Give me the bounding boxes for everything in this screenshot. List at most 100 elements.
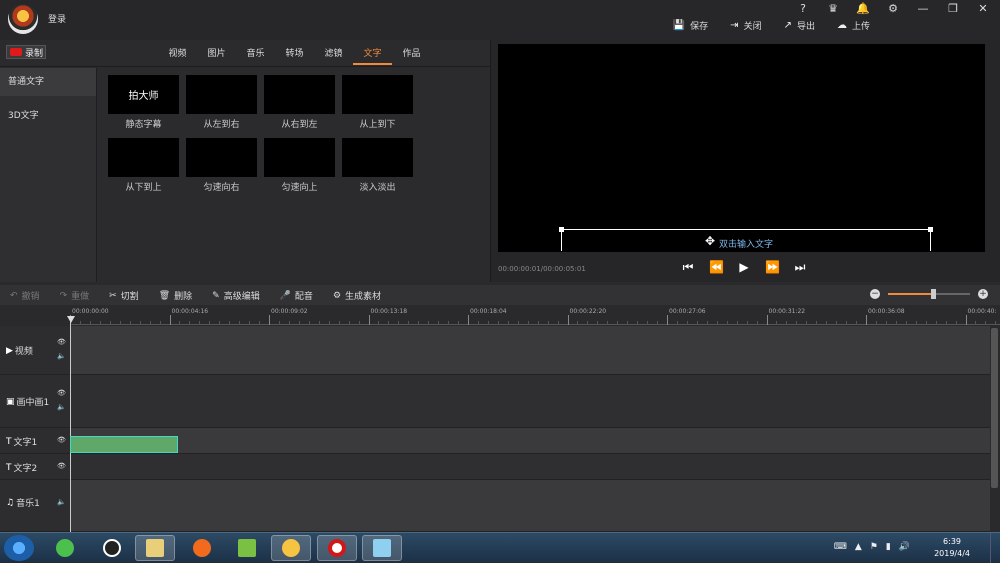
resource-panel: 录制 视频 图片 音乐 转场 滤镜 文字 作品 普通文字 3D文字 拍大师 静态… [0,40,490,282]
resize-handle-top-left[interactable] [559,227,564,232]
eye-icon[interactable]: 👁 [57,389,66,397]
track-lane-text2[interactable] [71,454,990,480]
tab-text[interactable]: 文字 [353,46,392,65]
vip-crown-icon[interactable]: ♛ [826,2,840,15]
taskbar-app-firefox-icon[interactable] [182,535,222,561]
template-static-subtitle[interactable]: 拍大师 静态字幕 [108,75,179,130]
app-logo[interactable] [8,4,38,34]
taskbar-app-recorder-icon[interactable] [317,535,357,561]
track-lane-text1[interactable] [71,428,990,454]
network-icon[interactable]: ▮ [886,542,891,552]
text-clip[interactable] [70,436,178,453]
ruler-time-label: 00:00:27:06 [669,308,706,315]
cut-button[interactable]: ✂ 切割 [109,289,139,303]
advanced-edit-button[interactable]: ✎ 高级编辑 [212,289,260,303]
track-name: 文字1 [13,438,38,448]
track-lane-music1[interactable] [71,480,990,532]
preview-screen[interactable]: ✥ 双击输入文字 [498,44,985,252]
taskbar-app-notes-icon[interactable] [362,535,402,561]
template-right-to-left[interactable]: 从右到左 [264,75,335,130]
ruler-minor-tick [338,321,340,325]
tab-video[interactable]: 视频 [158,46,197,65]
resize-handle-top-right[interactable] [928,227,933,232]
speaker-icon[interactable]: 🔈 [57,352,66,360]
tab-works[interactable]: 作品 [392,46,431,65]
playhead-handle[interactable] [67,316,75,323]
zoom-in-icon[interactable]: + [978,289,988,299]
tab-image[interactable]: 图片 [197,46,236,65]
track-header-pip[interactable]: ▣ 画中画1 👁 🔈 [0,375,70,428]
redo-button[interactable]: ↷ 重做 [60,289,90,303]
upload-icon: ☁ [836,20,847,31]
minimize-icon[interactable]: — [916,2,930,15]
taskbar-app-video-player-icon[interactable] [227,535,267,561]
taskbar-app-ie-icon[interactable] [45,535,85,561]
keyboard-icon[interactable]: ⌨ [834,542,847,552]
settings-gear-icon[interactable]: ⚙ [886,2,900,15]
export-button[interactable]: ↗ 导出 [784,19,815,32]
template-caption: 静态字幕 [125,120,162,130]
template-uniform-up[interactable]: 匀速向上 [264,138,335,193]
template-top-to-bottom[interactable]: 从上到下 [342,75,413,130]
tab-transition[interactable]: 转场 [275,46,314,65]
show-desktop-button[interactable] [990,533,1000,563]
timeline-scrollbar[interactable] [991,328,998,488]
ruler-minor-tick [647,321,649,325]
show-hidden-icon[interactable]: ▲ [855,542,862,552]
track-header-music1[interactable]: ♫ 音乐1 🔈 [0,480,70,532]
eye-icon[interactable]: 👁 [57,462,66,470]
eye-icon[interactable]: 👁 [57,436,66,444]
template-bottom-to-top[interactable]: 从下到上 [108,138,179,193]
eye-icon[interactable]: 👁 [57,338,66,346]
zoom-slider-thumb[interactable] [931,289,937,299]
generate-material-button[interactable]: ⚙ 生成素材 [333,289,381,303]
text-overlay-placeholder[interactable]: 双击输入文字 [562,237,930,250]
speaker-icon[interactable]: 🔈 [57,403,66,411]
tab-music[interactable]: 音乐 [236,46,275,65]
tab-filter[interactable]: 滤镜 [314,46,353,65]
track-lane-pip[interactable] [71,375,990,428]
track-lane-video[interactable] [71,326,990,375]
delete-button[interactable]: 🗑 删除 [158,289,192,303]
skip-to-start-icon[interactable]: ⏮ [681,260,695,275]
zoom-slider[interactable] [888,289,970,299]
timeline-ruler[interactable]: 00:00:00:00 00:00:04:16 00:00:09:02 00:00:1… [70,305,1000,325]
start-button-icon[interactable] [4,535,34,561]
text-overlay-box[interactable]: ✥ 双击输入文字 [559,227,933,251]
speaker-icon[interactable]: 🔈 [57,498,66,506]
close-icon[interactable]: ✕ [976,2,990,15]
record-button[interactable]: 录制 [6,45,46,59]
track-header-text1[interactable]: T 文字1 👁 [0,428,70,454]
volume-icon[interactable]: 🔊 [899,542,910,552]
text-template-grid: 拍大师 静态字幕 从左到右 从右到左 从上到下 从下到上 匀速向右 匀速向上 淡… [108,75,413,193]
skip-to-end-icon[interactable]: ⏭ [793,260,807,275]
system-clock[interactable]: 6:39 2019/4/4 [934,536,970,560]
next-frame-icon[interactable]: ⏩ [765,260,780,275]
login-link[interactable]: 登录 [48,12,66,25]
ruler-minor-tick [657,321,659,325]
undo-button[interactable]: ↶ 撤销 [10,289,40,303]
bell-icon[interactable]: 🔔 [856,2,870,15]
sidebar-item-plain-text[interactable]: 普通文字 [0,68,96,96]
previous-frame-icon[interactable]: ⏪ [709,260,724,275]
template-left-to-right[interactable]: 从左到右 [186,75,257,130]
taskbar-app-qq-icon[interactable] [92,535,132,561]
maximize-icon[interactable]: ❐ [946,2,960,15]
track-name: 视频 [14,347,33,357]
template-fade-in-out[interactable]: 淡入淡出 [342,138,413,193]
track-header-text2[interactable]: T 文字2 👁 [0,454,70,480]
sidebar-item-3d-text[interactable]: 3D文字 [0,102,96,130]
upload-button[interactable]: ☁ 上传 [837,19,870,32]
help-icon[interactable]: ? [796,2,810,15]
taskbar-app-paidashi-icon[interactable] [271,535,311,561]
zoom-out-icon[interactable]: − [870,289,880,299]
play-icon[interactable]: ▶ [737,260,751,275]
close-project-button[interactable]: ⇥ 关闭 [730,19,761,32]
dub-button[interactable]: 🎤 配音 [280,289,313,303]
delete-icon: 🗑 [158,290,171,301]
save-button[interactable]: 💾 保存 [673,19,708,32]
track-header-video[interactable]: ▶ 视频 👁 🔈 [0,326,70,375]
taskbar-app-explorer-icon[interactable] [135,535,175,561]
flag-icon[interactable]: ⚑ [870,542,878,552]
template-uniform-right[interactable]: 匀速向右 [186,138,257,193]
